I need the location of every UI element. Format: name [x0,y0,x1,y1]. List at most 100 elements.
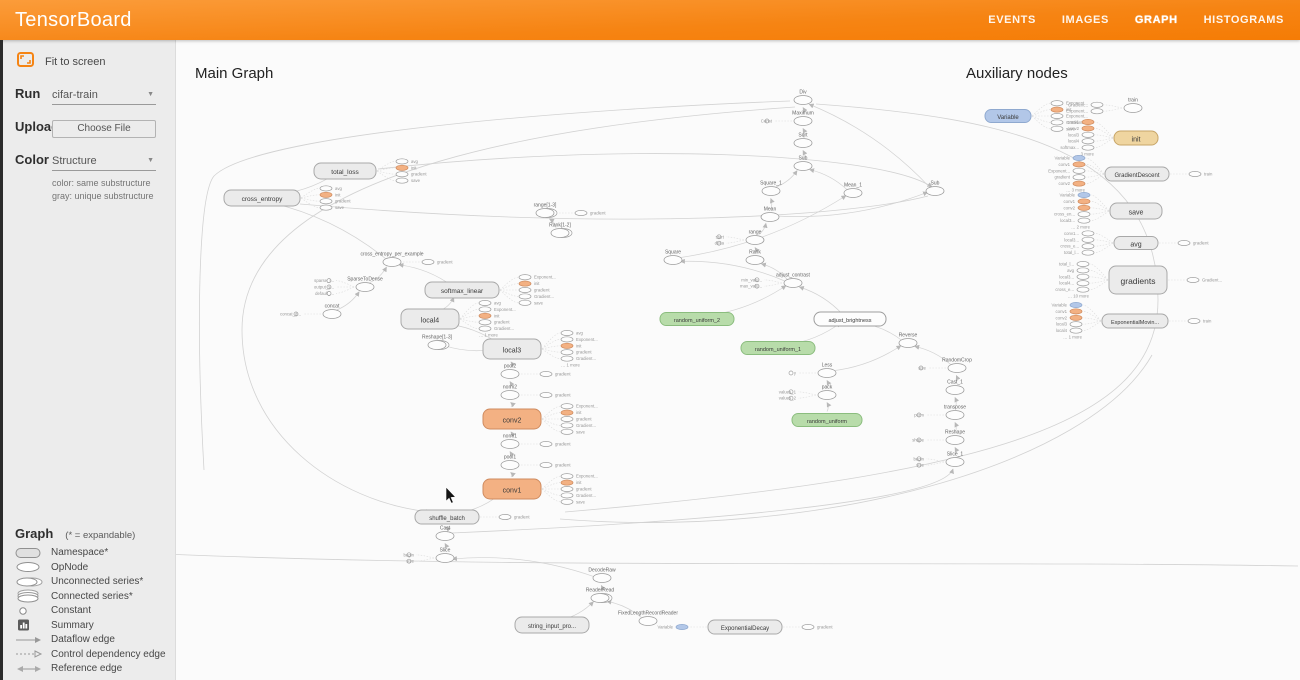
tab-images[interactable]: IMAGES [1062,14,1109,26]
svg-text:random_uniform_1: random_uniform_1 [755,347,801,353]
svg-text:Mean: Mean [764,207,777,213]
svg-text:save: save [1129,209,1144,216]
graph-node-norm1[interactable]: norm1 [501,434,519,449]
graph-node-train_ell[interactable]: train [1124,98,1142,113]
svg-text:Reshape: Reshape [945,430,965,436]
graph-node-square_1[interactable]: Square_1 [760,181,782,196]
svg-text:gradient: gradient [555,372,571,377]
graph-node-slice[interactable]: Slice [436,548,454,563]
graph-node-adjust_brightness[interactable]: adjust_brightness [814,312,886,326]
tab-events[interactable]: EVENTS [988,14,1036,26]
graph-node-pool1[interactable]: pool1 [501,455,519,470]
graph-node-random_uniform_2[interactable]: random_uniform_2 [660,313,734,326]
svg-text:Rank[1-2]: Rank[1-2] [549,223,571,229]
graph-node-concat[interactable]: concat [323,304,341,319]
opnode-icon [15,561,51,573]
graph-node-sub_r[interactable]: Sub [926,181,944,196]
svg-text:Gradient...: Gradient... [1068,102,1088,107]
svg-text:random_uniform: random_uniform [807,419,847,425]
svg-text:gradient: gradient [514,515,530,520]
graph-node-softmax_linear[interactable]: softmax_linear [425,282,499,298]
graph-node-sqrt[interactable]: Sqrt [794,133,812,148]
graph-node-shuffle_batch[interactable]: shuffle_batch [415,510,479,524]
graph-node-rank12[interactable]: Rank[1-2] [549,223,572,238]
graph-node-transpose[interactable]: transpose [944,405,966,420]
graph-node-variable_aux[interactable]: Variable [985,110,1031,123]
svg-text:conv2: conv2 [1059,181,1071,186]
summary-icon [15,619,51,631]
svg-text:… 2 more: … 2 more [1071,225,1090,230]
graph-node-readerread[interactable]: ReaderRead [586,588,615,603]
graph-node-pack[interactable]: pack [818,385,836,400]
svg-text:conv1...: conv1... [1064,231,1079,236]
fit-to-screen-icon[interactable] [17,52,34,72]
graph-node-cross_entropy[interactable]: cross_entropy [224,190,300,206]
graph-node-range_op[interactable]: range [746,230,764,245]
run-select[interactable]: cifar-train ▼ [52,87,156,105]
graph-node-range13[interactable]: range[1-3] [534,203,557,218]
graph-node-sparse[interactable]: SparseToDense [347,277,383,292]
graph-node-init_aux[interactable]: init [1114,131,1158,145]
graph-node-square[interactable]: Square [664,250,682,265]
graph-node-reverse[interactable]: Reverse [899,333,918,348]
svg-text:Exponent...: Exponent... [576,337,598,342]
graph-node-div[interactable]: Div [794,90,812,105]
color-select[interactable]: Structure ▼ [52,153,156,171]
graph-node-graddescent[interactable]: GradientDescent [1105,167,1169,181]
tab-graph[interactable]: GRAPH [1135,14,1178,26]
graph-node-randomcrop[interactable]: RandomCrop [942,358,972,373]
graph-canvas[interactable]: total_lossavg init gradient save cross_entro… [176,40,1300,680]
graph-node-cepe[interactable]: cross_entropy_per_example [360,252,423,267]
svg-text:sparse_i...: sparse_i... [314,278,334,283]
graph-node-norm2[interactable]: norm2 [501,385,519,400]
graph-node-reshape13[interactable]: Reshape[1-3] [422,335,453,350]
svg-text:avg: avg [1130,241,1141,248]
graph-node-mean_1[interactable]: Mean_1 [844,183,862,198]
graph-node-conv1[interactable]: conv1 [483,479,541,499]
constant-icon [15,605,51,617]
svg-text:Div: Div [799,90,807,96]
graph-node-reshape_rc[interactable]: Reshape [945,430,965,445]
svg-text:delta: delta [715,241,725,246]
svg-text:values_2: values_2 [779,396,797,401]
svg-text:avg: avg [1067,268,1075,273]
svg-text:save: save [576,429,586,434]
graph-node-random_uniform[interactable]: random_uniform [792,414,862,427]
graph-node-slice1[interactable]: Slice_1 [946,452,964,467]
graph-node-conv2[interactable]: conv2 [483,409,541,429]
graph-node-random_uniform_1[interactable]: random_uniform_1 [741,342,815,355]
graph-node-decoderaw[interactable]: DecodeRaw [588,568,616,583]
graph-node-mean[interactable]: Mean [761,207,779,222]
svg-text:ExponentialDecay: ExponentialDecay [721,626,769,632]
graph-node-maximum[interactable]: Maximum [792,111,814,126]
svg-text:pool1: pool1 [504,455,516,461]
graph-node-adjust_contrast[interactable]: adjust_contrast [776,273,811,288]
graph-node-local3[interactable]: local3 [483,339,541,359]
graph-node-local4[interactable]: local4 [401,309,459,329]
svg-text:concat_d...: concat_d... [280,312,301,317]
svg-text:begin: begin [913,456,924,461]
graph-node-expdecay[interactable]: ExponentialDecay [708,620,782,634]
graph-node-total_loss[interactable]: total_loss [314,163,376,179]
svg-text:Cast: Cast [440,526,451,532]
graph-node-pool2[interactable]: pool2 [501,364,519,379]
legend-item-opnode: OpNode [15,560,176,574]
fit-to-screen-control[interactable]: Fit to screen [17,52,175,72]
svg-text:cross_entropy: cross_entropy [242,196,284,203]
graph-node-cast[interactable]: Cast [436,526,454,541]
svg-text:local3...: local3... [1059,274,1074,279]
graph-node-sub_c[interactable]: Sub [794,156,812,171]
graph-node-gradients_aux[interactable]: gradients [1109,266,1167,294]
graph-node-fixedlen[interactable]: FixedLengthRecordReader [618,611,678,626]
svg-text:Variable: Variable [1060,193,1076,198]
app-title: TensorBoard [0,9,132,32]
graph-node-avg_aux[interactable]: avg [1114,237,1158,250]
graph-node-less[interactable]: Less [818,363,836,378]
graph-node-expmoving[interactable]: ExponentialMovin... [1102,314,1168,328]
tab-histograms[interactable]: HISTOGRAMS [1204,14,1284,26]
graph-node-stringinput[interactable]: string_input_pro... [515,617,589,633]
graph-node-rank[interactable]: Rank [746,250,764,265]
graph-node-cast1[interactable]: Cast_1 [946,380,964,395]
graph-node-save_aux[interactable]: save [1110,203,1162,219]
choose-file-button[interactable]: Choose File [52,120,156,138]
